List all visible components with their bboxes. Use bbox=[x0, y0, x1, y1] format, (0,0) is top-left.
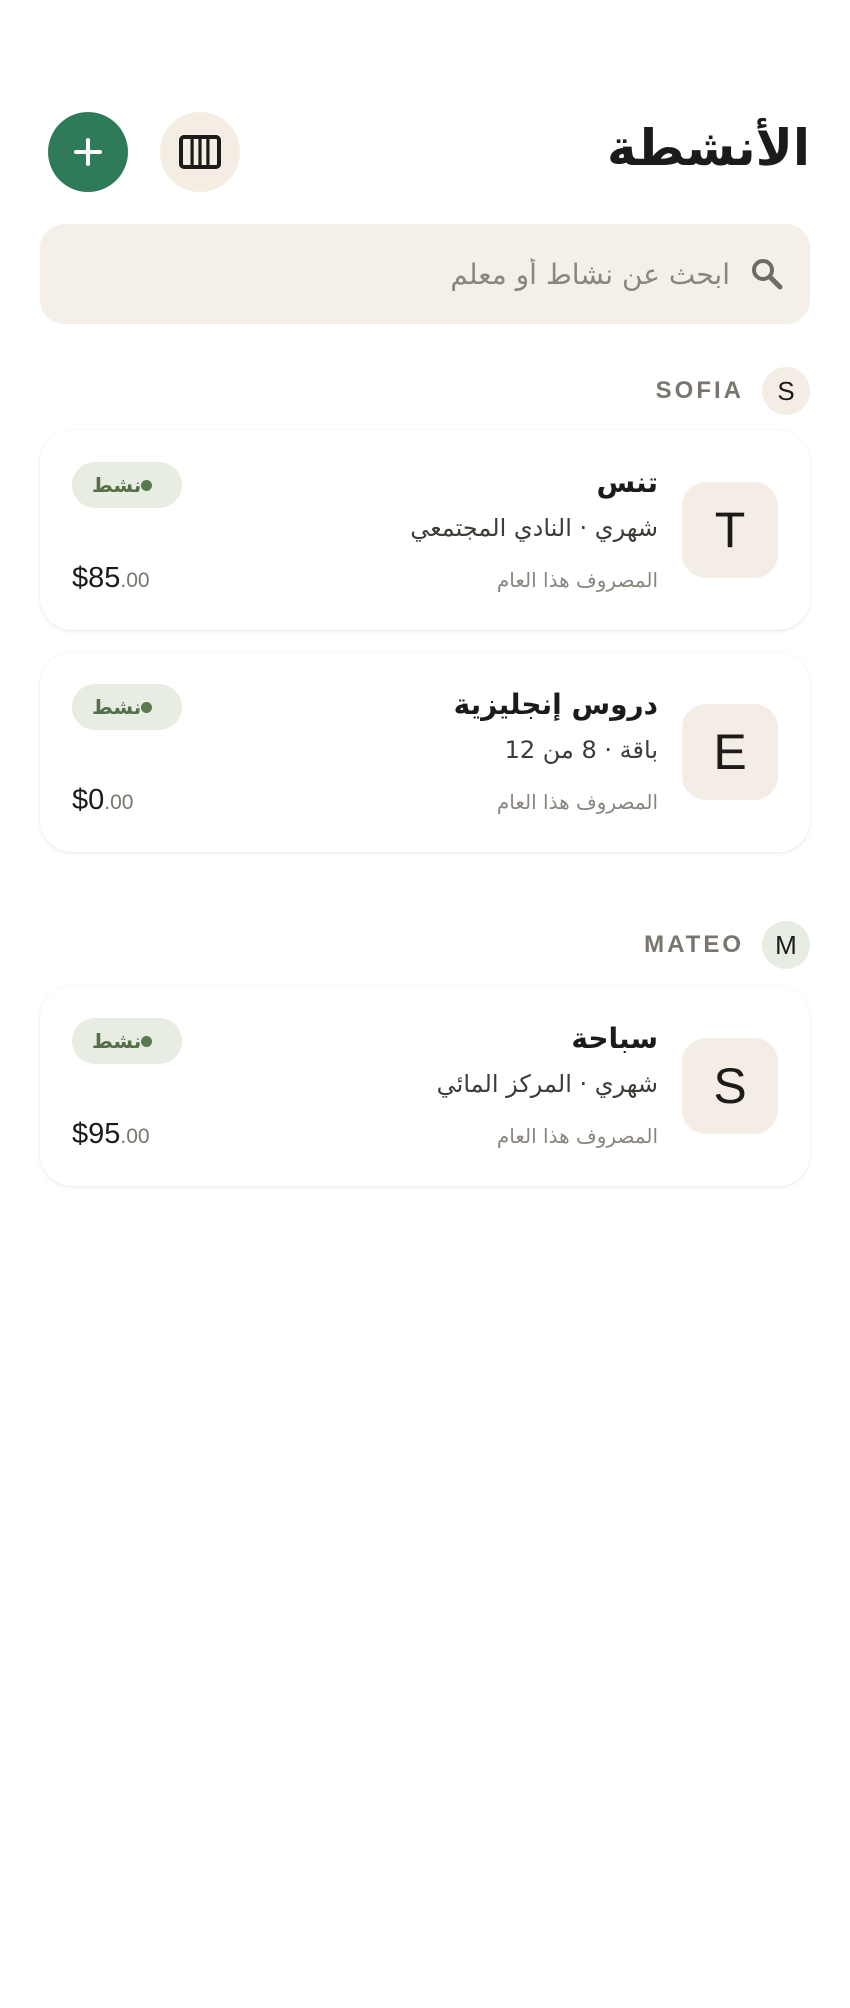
plus-icon bbox=[74, 138, 102, 166]
activity-card-swimming[interactable]: S سباحة شهري · المركز المائي المصروف هذا… bbox=[40, 986, 810, 1186]
status-badge: نشط bbox=[72, 1018, 183, 1064]
activity-avatar: E bbox=[682, 704, 778, 800]
status-dot-icon bbox=[141, 1035, 153, 1047]
status-dot-icon bbox=[141, 701, 153, 713]
status-label: نشط bbox=[92, 1029, 142, 1053]
spent-label: المصروف هذا العام bbox=[496, 1124, 658, 1148]
spent-amount: $0.00 bbox=[72, 784, 133, 817]
columns-icon bbox=[179, 135, 221, 169]
status-dot-icon bbox=[141, 479, 153, 491]
activity-avatar: T bbox=[682, 482, 778, 578]
columns-view-button[interactable] bbox=[160, 112, 240, 192]
group-header-sofia: S SOFIA bbox=[656, 366, 810, 416]
activity-card-tennis[interactable]: T تنس شهري · النادي المجتمعي المصروف هذا… bbox=[40, 430, 810, 630]
group-name: MATEO bbox=[644, 931, 744, 958]
search-input[interactable] bbox=[64, 244, 732, 304]
status-badge: نشط bbox=[72, 684, 183, 730]
activity-avatar: S bbox=[682, 1038, 778, 1134]
status-label: نشط bbox=[92, 695, 142, 719]
amount-main: $95 bbox=[72, 1118, 121, 1150]
activity-subtitle: شهري · النادي المجتمعي bbox=[410, 514, 658, 542]
group-header-mateo: M MATEO bbox=[644, 920, 810, 970]
amount-main: $85 bbox=[72, 562, 121, 594]
amount-cents: .00 bbox=[104, 791, 134, 814]
spent-amount: $95.00 bbox=[72, 1118, 150, 1151]
activity-title: دروس إنجليزية bbox=[453, 688, 658, 721]
amount-cents: .00 bbox=[120, 1125, 150, 1148]
activity-title: تنس bbox=[596, 466, 658, 499]
activity-title: سباحة bbox=[571, 1022, 658, 1055]
spent-label: المصروف هذا العام bbox=[496, 568, 658, 592]
amount-cents: .00 bbox=[120, 569, 150, 592]
spent-label: المصروف هذا العام bbox=[496, 790, 658, 814]
spent-amount: $85.00 bbox=[72, 562, 150, 595]
add-activity-button[interactable] bbox=[48, 112, 128, 192]
activity-subtitle: باقة · 8 من 12 bbox=[504, 736, 658, 764]
avatar: M bbox=[762, 921, 810, 969]
amount-main: $0 bbox=[72, 784, 105, 816]
status-badge: نشط bbox=[72, 462, 183, 508]
page-title: الأنشطة bbox=[606, 119, 810, 177]
activity-card-english[interactable]: E دروس إنجليزية باقة · 8 من 12 المصروف ه… bbox=[40, 652, 810, 852]
avatar: S bbox=[762, 367, 810, 415]
search-icon bbox=[752, 259, 783, 290]
app-header: الأنشطة bbox=[48, 110, 810, 192]
status-label: نشط bbox=[92, 473, 142, 497]
group-name: SOFIA bbox=[655, 377, 744, 404]
activity-subtitle: شهري · المركز المائي bbox=[436, 1070, 658, 1098]
search-bar[interactable] bbox=[40, 224, 810, 324]
